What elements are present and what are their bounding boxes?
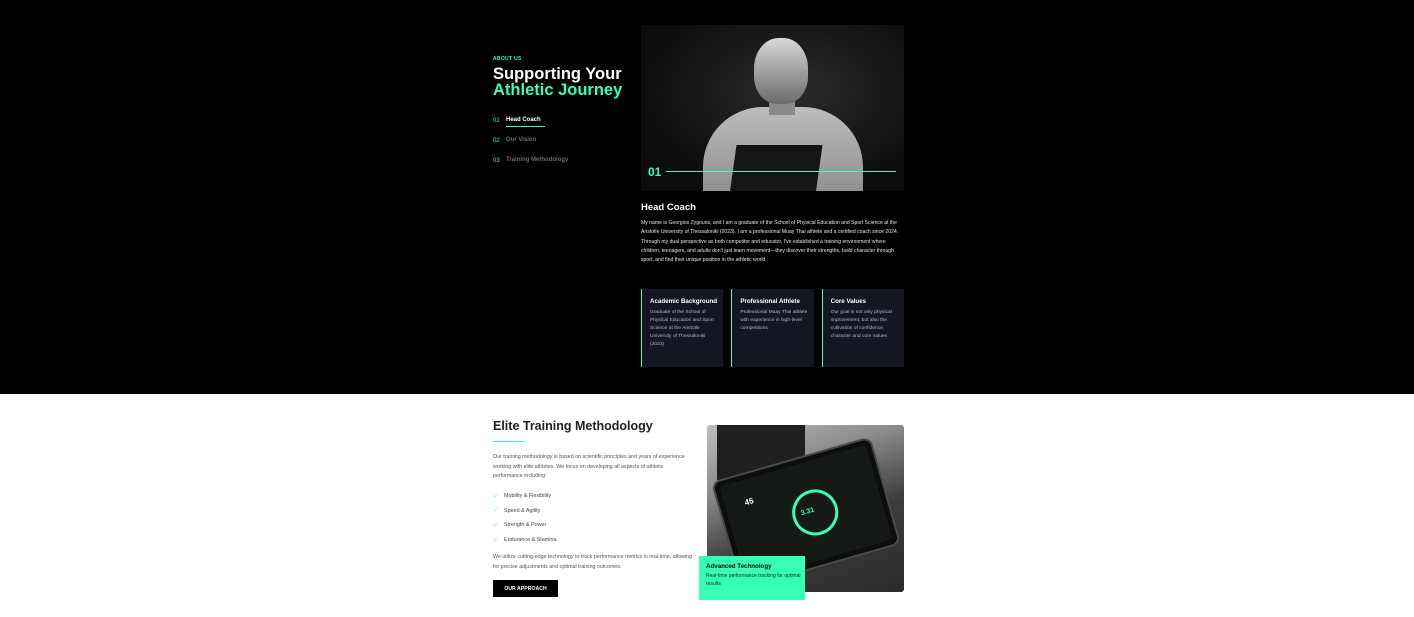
- photo-accent-line: [666, 171, 896, 172]
- check-icon: ✓: [493, 508, 499, 515]
- check-icon: ✓: [493, 537, 499, 544]
- check-icon: ✓: [493, 522, 499, 529]
- list-item: ✓ Speed & Agility: [493, 504, 556, 519]
- card-title: Professional Athlete: [740, 298, 800, 305]
- card-academic-background: Academic Background Graduate of the Scho…: [641, 289, 724, 367]
- coach-heading: Head Coach: [641, 202, 696, 213]
- card-description: Graduate of the School of Physical Educa…: [650, 310, 714, 347]
- tab-our-vision[interactable]: 02 Our Vision: [493, 136, 568, 156]
- card-description: Our goal is not only physical improvemen…: [830, 310, 892, 339]
- title-divider: [493, 441, 525, 442]
- list-item: ✓ Strength & Power: [493, 518, 556, 533]
- photo-shirt-band: [729, 145, 823, 191]
- technology-badge: Advanced Technology Real-time performanc…: [699, 556, 805, 600]
- section-eyebrow: ABOUT US: [493, 56, 522, 62]
- page-title: Supporting Your Athletic Journey: [493, 66, 623, 99]
- list-item-label: Mobility & Flexibility: [504, 493, 552, 500]
- coach-bio: My name is Georgios Zygouris, and I am a…: [641, 220, 899, 264]
- card-description: Professional Muay Thai athlete with expe…: [740, 310, 808, 331]
- coach-cards: Academic Background Graduate of the Scho…: [641, 289, 904, 367]
- about-section: ABOUT US Supporting Your Athletic Journe…: [0, 0, 1414, 394]
- card-title: Academic Background: [650, 298, 718, 305]
- tab-label: Our Vision: [506, 137, 537, 143]
- check-icon: ✓: [493, 493, 499, 500]
- tab-number: 02: [493, 138, 500, 144]
- card-title: Core Values: [830, 298, 867, 305]
- tab-number: 03: [493, 158, 500, 164]
- our-approach-button[interactable]: OUR APPROACH: [493, 580, 558, 597]
- photo-head: [754, 38, 808, 104]
- list-item-label: Strength & Power: [504, 522, 547, 529]
- methodology-title: Elite Training Methodology: [493, 419, 653, 433]
- tab-label: Training Methodology: [506, 157, 569, 163]
- tab-training-methodology[interactable]: 03 Training Methodology: [493, 156, 568, 176]
- tab-label: Head Coach: [506, 116, 545, 127]
- methodology-intro: Our training methodology is based on sci…: [493, 454, 685, 479]
- list-item: ✓ Mobility & Flexibility: [493, 489, 556, 504]
- tablet-metric: 45: [743, 496, 755, 508]
- list-item-label: Speed & Agility: [504, 507, 541, 514]
- badge-description: Real-time performance tracking for optim…: [706, 573, 801, 587]
- list-item-label: Endurance & Stamina: [504, 537, 557, 544]
- photo-number: 01: [648, 165, 662, 179]
- card-core-values: Core Values Our goal is not only physica…: [821, 289, 904, 367]
- tab-number: 01: [493, 118, 500, 124]
- coach-photo: 01: [641, 25, 904, 191]
- title-line-2: Athletic Journey: [493, 81, 623, 99]
- list-item: ✓ Endurance & Stamina: [493, 533, 556, 548]
- methodology-list: ✓ Mobility & Flexibility ✓ Speed & Agility…: [493, 489, 556, 547]
- tab-head-coach[interactable]: 01 Head Coach: [493, 116, 568, 136]
- badge-title: Advanced Technology: [706, 563, 772, 570]
- card-professional-athlete: Professional Athlete Professional Muay T…: [731, 289, 814, 367]
- about-tabs: 01 Head Coach 02 Our Vision 03 Training …: [493, 116, 568, 176]
- methodology-outro: We utilize cutting-edge technology to tr…: [493, 554, 692, 570]
